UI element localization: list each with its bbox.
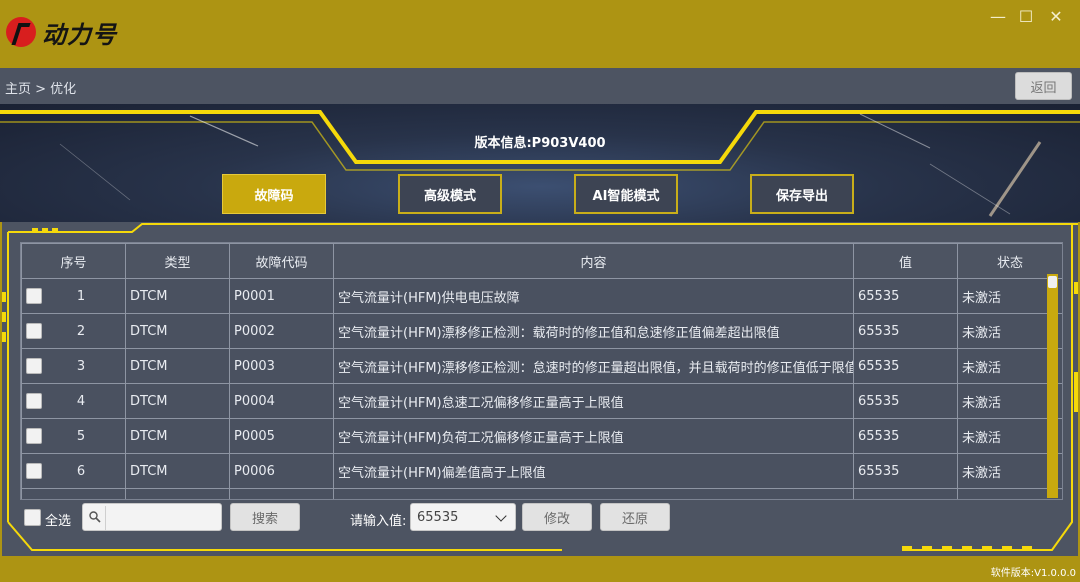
row-no: 2	[76, 323, 86, 339]
row-checkbox[interactable]	[26, 428, 42, 444]
software-version: 软件版本:V1.0.0.0	[990, 568, 1076, 579]
row-type: DTCM	[125, 453, 230, 489]
select-all-checkbox[interactable]	[24, 509, 41, 526]
row-value: 65535	[853, 278, 958, 314]
maximize-button[interactable]: ☐	[1016, 6, 1036, 26]
row-checkbox[interactable]	[26, 393, 42, 409]
close-icon: ✕	[1049, 6, 1063, 26]
row-type: DTCM	[125, 418, 230, 454]
status-bar: 软件版本:V1.0.0.0	[0, 556, 1080, 582]
search-button[interactable]: 搜索	[230, 503, 300, 531]
row-code: P0004	[229, 383, 334, 419]
row-content: 空气流量计(HFM)怠速工况偏移修正量高于上限值	[333, 383, 854, 419]
row-code: P0006	[229, 453, 334, 489]
header-content[interactable]: 内容	[333, 243, 854, 279]
scrollbar-thumb[interactable]	[1048, 276, 1057, 288]
row-no: 3	[76, 358, 86, 374]
row-code: P0001	[229, 278, 334, 314]
row-type: DTCM	[125, 383, 230, 419]
table-header-row: 序号 类型 故障代码 内容 值 状态	[21, 243, 1062, 279]
app-logo: 动力号	[6, 14, 117, 50]
header-code[interactable]: 故障代码	[229, 243, 334, 279]
row-type: DTCM	[125, 313, 230, 349]
table-row[interactable]: 6 DTCM P0006 空气流量计(HFM)偏差值高于上限值 65535 未激…	[21, 453, 1062, 489]
row-checkbox[interactable]	[26, 323, 42, 339]
row-value: 65535	[853, 453, 958, 489]
select-all-label: 全选	[45, 514, 72, 529]
header-no[interactable]: 序号	[21, 243, 126, 279]
row-content: 空气流量计(HFM)漂移修正检测：载荷时的修正值和怠速修正值偏差超出限值	[333, 313, 854, 349]
banner: 版本信息:P903V400 故障码 高级模式 AI智能模式 保存导出	[0, 104, 1080, 222]
modify-button[interactable]: 修改	[522, 503, 592, 531]
chevron-down-icon	[495, 510, 507, 522]
row-value: 65535	[853, 348, 958, 384]
row-value: 65535	[853, 313, 958, 349]
back-button[interactable]: 返回	[1015, 72, 1072, 100]
tab-fault-code[interactable]: 故障码	[222, 174, 326, 214]
search-box	[82, 503, 222, 531]
row-content: 空气流量计(HFM)偏差值高于上限值	[333, 453, 854, 489]
row-no: 4	[76, 393, 86, 409]
value-select[interactable]: 65535	[410, 503, 516, 531]
logo-badge-icon	[6, 17, 36, 47]
table-scrollbar[interactable]	[1047, 274, 1058, 498]
row-type: DTCM	[125, 278, 230, 314]
row-content: 空气流量计(HFM)供电电压故障	[333, 278, 854, 314]
header-type[interactable]: 类型	[125, 243, 230, 279]
minimize-button[interactable]: —	[988, 6, 1008, 26]
title-bar: 动力号 — ☐ ✕	[0, 0, 1080, 68]
row-content: 空气流量计(HFM)负荷工况偏移修正量高于上限值	[333, 418, 854, 454]
row-type: DTCM	[125, 348, 230, 384]
fault-code-panel: 序号 类型 故障代码 内容 值 状态 1 DTCM P0001 空气流量计(HF…	[2, 222, 1078, 556]
table-row[interactable]: 4 DTCM P0004 空气流量计(HFM)怠速工况偏移修正量高于上限值 65…	[21, 383, 1062, 419]
fault-code-table: 序号 类型 故障代码 内容 值 状态 1 DTCM P0001 空气流量计(HF…	[20, 242, 1063, 500]
row-checkbox[interactable]	[26, 463, 42, 479]
table-row[interactable]: 3 DTCM P0003 空气流量计(HFM)漂移修正检测：怠速时的修正量超出限…	[21, 348, 1062, 384]
row-code: P0005	[229, 418, 334, 454]
table-row[interactable]: 1 DTCM P0001 空气流量计(HFM)供电电压故障 65535 未激活	[21, 278, 1062, 314]
row-checkbox[interactable]	[26, 358, 42, 374]
row-no: 5	[76, 428, 86, 444]
maximize-icon: ☐	[1018, 6, 1034, 26]
row-no: 1	[76, 288, 86, 304]
tab-ai-mode[interactable]: AI智能模式	[574, 174, 678, 214]
table-row[interactable]: 2 DTCM P0002 空气流量计(HFM)漂移修正检测：载荷时的修正值和怠速…	[21, 313, 1062, 349]
row-value: 65535	[853, 383, 958, 419]
logo-text: 动力号	[42, 20, 117, 49]
row-code: P0002	[229, 313, 334, 349]
input-value-label: 请输入值:	[350, 514, 407, 529]
row-code: P0003	[229, 348, 334, 384]
minimize-icon: —	[990, 6, 1006, 26]
breadcrumb: 主页 > 优化	[5, 82, 77, 97]
close-button[interactable]: ✕	[1046, 6, 1066, 26]
row-value: 65535	[853, 418, 958, 454]
value-select-current: 65535	[417, 510, 459, 525]
version-info: 版本信息:P903V400	[474, 136, 606, 151]
banner-decoration	[0, 110, 1080, 217]
row-checkbox[interactable]	[26, 288, 42, 304]
search-icon	[89, 511, 101, 523]
tab-save-export[interactable]: 保存导出	[750, 174, 854, 214]
tab-advanced-mode[interactable]: 高级模式	[398, 174, 502, 214]
table-row[interactable]	[21, 488, 1062, 499]
row-no: 6	[76, 463, 86, 479]
nav-bar: 主页 > 优化 返回	[0, 68, 1080, 104]
restore-button[interactable]: 还原	[600, 503, 670, 531]
row-content: 空气流量计(HFM)漂移修正检测：怠速时的修正量超出限值，并且载荷时的修正值低于…	[333, 348, 854, 384]
table-row[interactable]: 5 DTCM P0005 空气流量计(HFM)负荷工况偏移修正量高于上限值 65…	[21, 418, 1062, 454]
header-value[interactable]: 值	[853, 243, 958, 279]
search-input[interactable]	[105, 506, 222, 530]
